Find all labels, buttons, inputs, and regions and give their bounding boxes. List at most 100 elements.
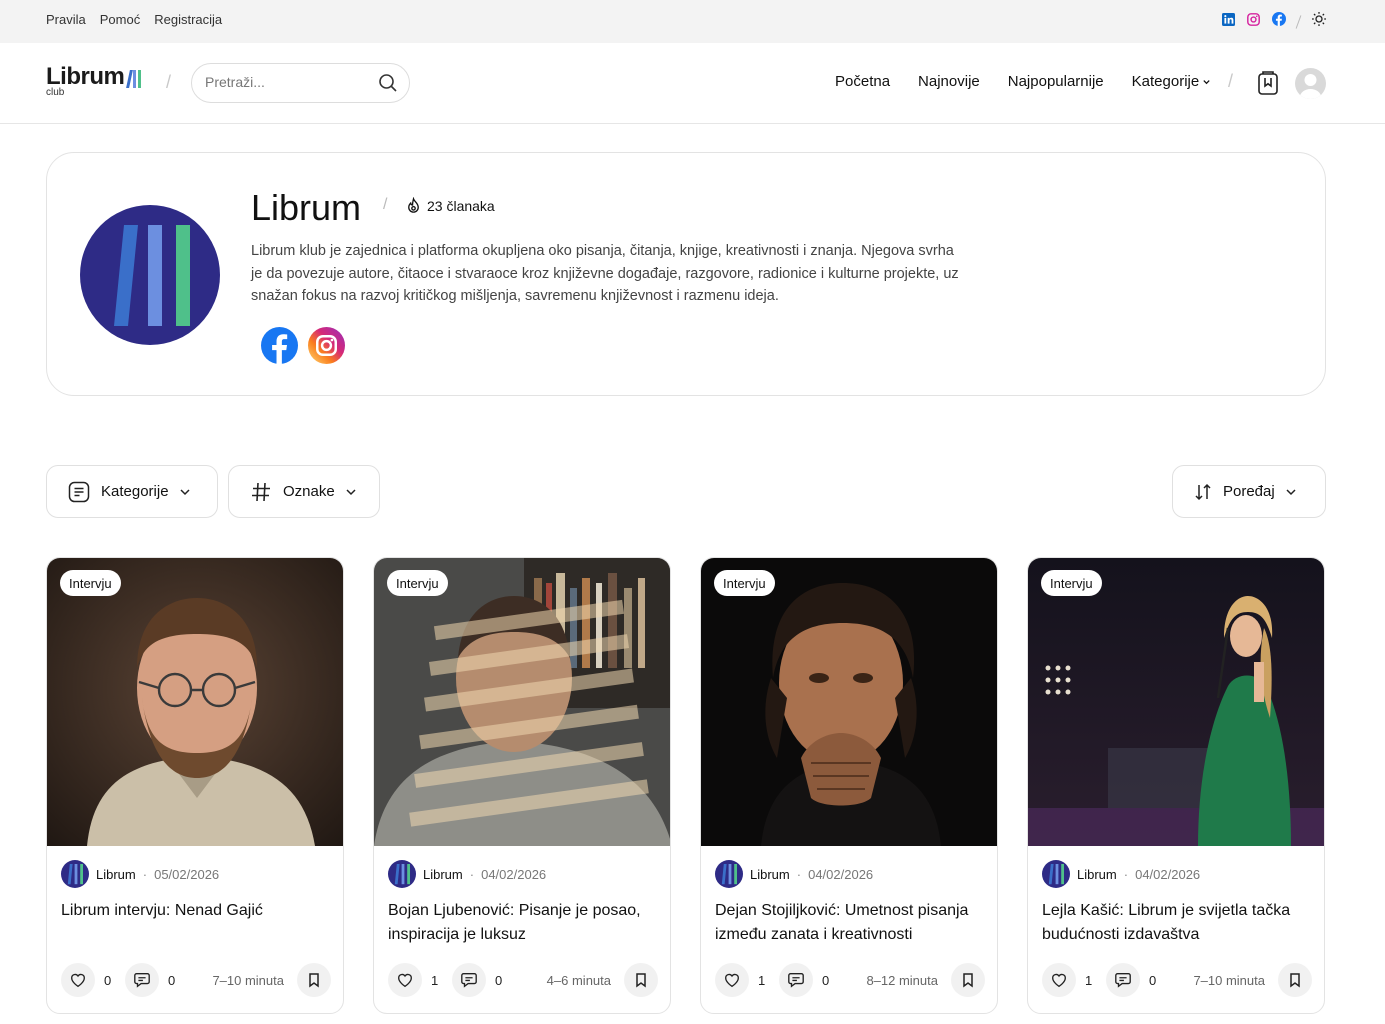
sort-button[interactable]: Poređaj <box>1172 465 1326 518</box>
comment-button[interactable]: 0 <box>125 963 175 997</box>
category-badge[interactable]: Intervju <box>60 570 121 596</box>
divider: / <box>1228 71 1234 91</box>
category-badge[interactable]: Intervju <box>714 570 775 596</box>
logo-bars-icon <box>126 68 142 88</box>
instagram-icon[interactable] <box>308 327 345 369</box>
sun-icon[interactable] <box>1311 11 1327 32</box>
like-button[interactable]: 1 <box>388 963 438 997</box>
author-avatar[interactable] <box>61 860 89 888</box>
read-time: 7–10 minuta <box>212 973 284 988</box>
bookmark-icon[interactable] <box>1278 963 1312 997</box>
article-title[interactable]: Bojan Ljubenović: Pisanje je posao, insp… <box>388 899 660 947</box>
article-image[interactable]: Intervju <box>47 558 343 846</box>
separator-dot: · <box>142 866 148 882</box>
article-actions: 1 0 7–10 minuta <box>1042 963 1312 999</box>
bookmarks-icon[interactable] <box>1256 70 1280 101</box>
link-help[interactable]: Pomoć <box>100 12 140 27</box>
article-card[interactable]: Intervju Librum · 05/02/2026 Librum inte… <box>46 557 344 1014</box>
tags-filter-button[interactable]: Oznake <box>228 465 380 518</box>
author-name[interactable]: Librum <box>750 867 790 882</box>
profile-description: Librum klub je zajednica i platforma oku… <box>251 243 959 304</box>
instagram-icon[interactable] <box>1247 12 1260 31</box>
nav-categories[interactable]: Kategorije <box>1132 73 1212 90</box>
categories-filter-button[interactable]: Kategorije <box>46 465 218 518</box>
top-links: Pravila Pomoć Registracija <box>46 12 222 27</box>
article-title[interactable]: Dejan Stojiljković: Umetnost pisanja izm… <box>715 899 987 947</box>
read-time: 8–12 minuta <box>866 973 938 988</box>
article-image[interactable]: Intervju <box>1028 558 1324 846</box>
like-button[interactable]: 1 <box>1042 963 1092 997</box>
chevron-down-icon <box>1286 488 1296 495</box>
profile-card: Librum / 23 članaka Librum klub je zajed… <box>46 152 1326 396</box>
comment-button[interactable]: 0 <box>1106 963 1156 997</box>
top-social-icons <box>1222 11 1327 32</box>
separator-dot: · <box>796 866 802 882</box>
heart-icon <box>725 973 739 988</box>
search-box <box>191 63 410 103</box>
comment-icon <box>1115 973 1131 988</box>
categories-filter-label: Kategorije <box>101 483 169 500</box>
author-name[interactable]: Librum <box>96 867 136 882</box>
article-date: 05/02/2026 <box>154 866 220 882</box>
search-input[interactable] <box>205 74 365 90</box>
author-name[interactable]: Librum <box>1077 867 1117 882</box>
article-image[interactable]: Intervju <box>374 558 670 846</box>
comment-icon <box>788 973 804 988</box>
profile-logo <box>80 205 220 345</box>
like-count: 1 <box>1085 972 1093 988</box>
link-rules[interactable]: Pravila <box>46 12 86 27</box>
separator-dot: · <box>1123 866 1129 882</box>
bookmark-icon[interactable] <box>297 963 331 997</box>
article-meta: Librum · 05/02/2026 <box>61 860 219 888</box>
flame-icon <box>408 197 419 213</box>
nav-newest[interactable]: Najnovije <box>918 73 980 90</box>
nav-popular[interactable]: Najpopularnije <box>1008 73 1104 90</box>
like-button[interactable]: 1 <box>715 963 765 997</box>
author-name[interactable]: Librum <box>423 867 463 882</box>
heart-icon <box>71 973 85 988</box>
article-card[interactable]: Intervju Librum · 04/02/2026 Bojan Ljube… <box>373 557 671 1014</box>
article-card[interactable]: Intervju Librum · 04/02/2026 Lejla Kašić… <box>1027 557 1325 1014</box>
category-badge[interactable]: Intervju <box>1041 570 1102 596</box>
heart-icon <box>1052 973 1066 988</box>
hashtag-icon <box>252 482 270 501</box>
comment-button[interactable]: 0 <box>779 963 829 997</box>
user-avatar[interactable] <box>1295 68 1326 99</box>
facebook-icon[interactable] <box>261 327 298 369</box>
facebook-icon[interactable] <box>1272 12 1286 31</box>
divider: / <box>383 196 388 213</box>
nav-home[interactable]: Početna <box>835 73 890 90</box>
article-date: 04/02/2026 <box>808 866 874 882</box>
category-badge[interactable]: Intervju <box>387 570 448 596</box>
link-register[interactable]: Registracija <box>154 12 222 27</box>
article-meta: Librum · 04/02/2026 <box>1042 860 1200 888</box>
article-image[interactable]: Intervju <box>701 558 997 846</box>
article-date: 04/02/2026 <box>481 866 547 882</box>
read-time: 4–6 minuta <box>546 973 611 988</box>
author-avatar[interactable] <box>715 860 743 888</box>
bookmark-icon[interactable] <box>624 963 658 997</box>
article-title[interactable]: Librum intervju: Nenad Gajić <box>61 899 333 923</box>
site-logo[interactable]: Librum club <box>46 63 142 98</box>
comment-button[interactable]: 0 <box>452 963 502 997</box>
author-avatar[interactable] <box>1042 860 1070 888</box>
separator-dot: · <box>469 866 475 882</box>
article-card[interactable]: Intervju Librum · 04/02/2026 Dejan Stoji… <box>700 557 998 1014</box>
bookmark-icon[interactable] <box>951 963 985 997</box>
linkedin-icon[interactable] <box>1222 12 1235 31</box>
comment-count: 0 <box>822 972 830 988</box>
like-count: 1 <box>758 972 766 988</box>
divider <box>1295 14 1302 29</box>
article-count: 23 članaka <box>405 197 495 214</box>
tags-filter-label: Oznake <box>283 483 335 500</box>
divider: / <box>166 72 172 92</box>
author-avatar[interactable] <box>388 860 416 888</box>
chevron-down-icon <box>180 488 190 495</box>
comment-count: 0 <box>168 972 176 988</box>
like-button[interactable]: 0 <box>61 963 111 997</box>
article-title[interactable]: Lejla Kašić: Librum je svijetla tačka bu… <box>1042 899 1314 947</box>
like-count: 0 <box>104 972 112 988</box>
chevron-down-icon <box>1203 80 1210 85</box>
search-icon[interactable] <box>378 73 398 98</box>
article-meta: Librum · 04/02/2026 <box>388 860 546 888</box>
